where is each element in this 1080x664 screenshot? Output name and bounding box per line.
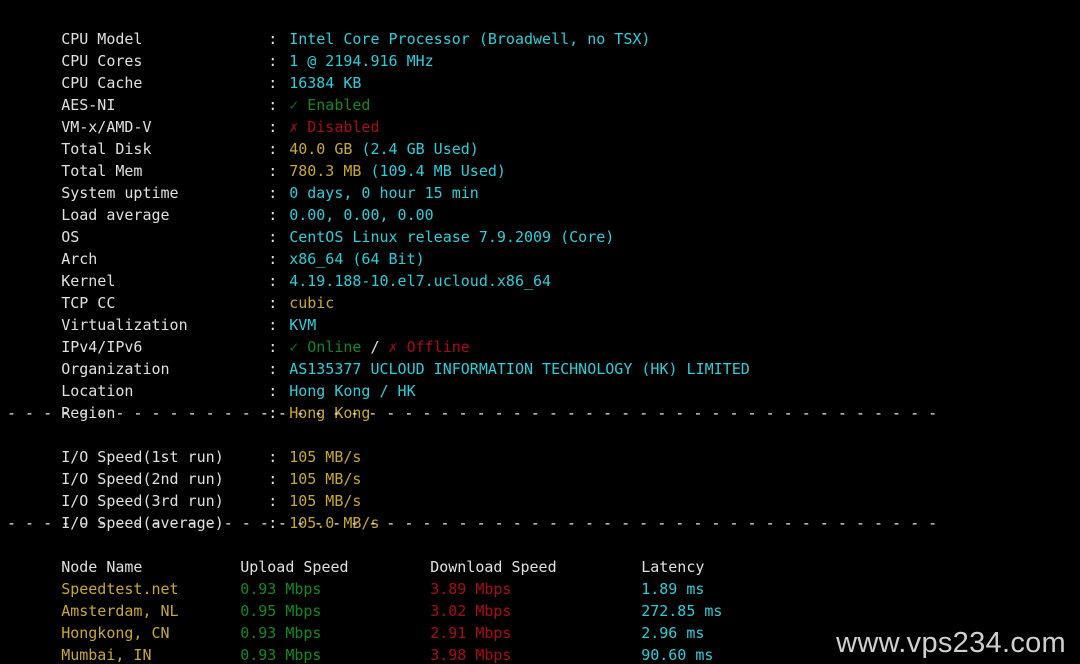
info-value: 1 @ 2194.916 MHz bbox=[289, 52, 434, 70]
cell-node-name: Amsterdam, NL bbox=[61, 602, 179, 620]
info-value: Intel Core Processor (Broadwell, no TSX) bbox=[289, 30, 651, 48]
info-colon: : bbox=[268, 96, 278, 114]
info-value-extra: (2.4 GB Used) bbox=[361, 140, 479, 158]
info-colon: : bbox=[268, 118, 278, 136]
info-colon: : bbox=[268, 162, 278, 180]
cell-latency: 272.85 ms bbox=[641, 602, 723, 620]
io-row-1st-run: I/O Speed(1st run):105 MB/s bbox=[7, 424, 1080, 466]
info-colon: : bbox=[268, 316, 278, 334]
info-label: Virtualization bbox=[61, 316, 188, 334]
info-colon: : bbox=[268, 338, 278, 356]
info-value: cubic bbox=[289, 294, 335, 312]
info-label: TCP CC bbox=[61, 294, 116, 312]
info-value: x86_64 (64 Bit) bbox=[289, 250, 425, 268]
info-label: Total Mem bbox=[61, 162, 143, 180]
cell-latency: 90.60 ms bbox=[641, 646, 714, 664]
cell-download-speed: 3.98 Mbps bbox=[430, 646, 512, 664]
io-label: I/O Speed(2nd run) bbox=[61, 470, 224, 488]
cell-latency: 1.89 ms bbox=[641, 580, 705, 598]
check-icon: ✓ bbox=[289, 338, 299, 356]
info-label: System uptime bbox=[61, 184, 179, 202]
io-colon: : bbox=[268, 448, 278, 466]
info-colon: : bbox=[268, 228, 278, 246]
info-value: 4.19.188-10.el7.ucloud.x86_64 bbox=[289, 272, 552, 290]
info-label: CPU Model bbox=[61, 30, 143, 48]
ipv-separator: / bbox=[370, 338, 380, 356]
info-label: VM-x/AMD-V bbox=[61, 118, 152, 136]
cell-node-name: Mumbai, IN bbox=[61, 646, 152, 664]
info-colon: : bbox=[268, 272, 278, 290]
check-icon: ✓ bbox=[289, 96, 299, 114]
io-colon: : bbox=[268, 492, 278, 510]
info-value: Hong Kong / HK bbox=[289, 382, 416, 400]
info-value: 0.00, 0.00, 0.00 bbox=[289, 206, 434, 224]
info-colon: : bbox=[268, 360, 278, 378]
info-label: Organization bbox=[61, 360, 170, 378]
info-colon: : bbox=[268, 184, 278, 202]
info-colon: : bbox=[268, 30, 278, 48]
info-colon: : bbox=[268, 206, 278, 224]
divider-top: - - - - - - - - - - - - - - - - - - - - … bbox=[7, 404, 938, 422]
io-speed-block: I/O Speed(1st run):105 MB/s I/O Speed(2n… bbox=[7, 424, 1080, 532]
info-label: IPv4/IPv6 bbox=[61, 338, 143, 356]
info-value: Enabled bbox=[307, 96, 371, 114]
info-row-cpu-model: CPU Model: Intel Core Processor (Broadwel… bbox=[7, 6, 1080, 48]
info-label: CPU Cache bbox=[61, 74, 143, 92]
cell-latency: 2.96 ms bbox=[641, 624, 705, 642]
site-watermark: www.vps234.com bbox=[836, 627, 1066, 659]
info-value-extra: (109.4 MB Used) bbox=[370, 162, 506, 180]
ipv4-status: Online bbox=[307, 338, 362, 356]
info-value: AS135377 UCLOUD INFORMATION TECHNOLOGY (… bbox=[289, 360, 750, 378]
io-value: 105 MB/s bbox=[289, 470, 362, 488]
cell-upload-speed: 0.93 Mbps bbox=[240, 624, 322, 642]
column-header-latency: Latency bbox=[641, 558, 705, 576]
info-label: Total Disk bbox=[61, 140, 152, 158]
info-label: Arch bbox=[61, 250, 98, 268]
info-value: 780.3 MB bbox=[289, 162, 362, 180]
column-header-node-name: Node Name bbox=[61, 558, 143, 576]
info-label: Kernel bbox=[61, 272, 116, 290]
io-colon: : bbox=[268, 470, 278, 488]
info-colon: : bbox=[268, 74, 278, 92]
cell-download-speed: 2.91 Mbps bbox=[430, 624, 512, 642]
info-colon: : bbox=[268, 294, 278, 312]
io-value: 105 MB/s bbox=[289, 448, 362, 466]
cell-node-name: Speedtest.net bbox=[61, 580, 179, 598]
terminal-output: CPU Model: Intel Core Processor (Broadwel… bbox=[0, 0, 1080, 664]
cell-download-speed: 3.89 Mbps bbox=[430, 580, 512, 598]
info-colon: : bbox=[268, 250, 278, 268]
info-colon: : bbox=[268, 140, 278, 158]
cross-icon: ✗ bbox=[289, 118, 299, 136]
info-label: OS bbox=[61, 228, 80, 246]
column-header-download-speed: Download Speed bbox=[430, 558, 557, 576]
info-label: Load average bbox=[61, 206, 170, 224]
io-value: 105 MB/s bbox=[289, 492, 362, 510]
info-value: KVM bbox=[289, 316, 317, 334]
info-label: AES-NI bbox=[61, 96, 116, 114]
info-colon: : bbox=[268, 382, 278, 400]
io-label: I/O Speed(1st run) bbox=[61, 448, 224, 466]
cell-upload-speed: 0.95 Mbps bbox=[240, 602, 322, 620]
cell-upload-speed: 0.93 Mbps bbox=[240, 580, 322, 598]
info-value: Disabled bbox=[307, 118, 380, 136]
info-colon: : bbox=[268, 52, 278, 70]
cross-icon: ✗ bbox=[388, 338, 398, 356]
cell-download-speed: 3.02 Mbps bbox=[430, 602, 512, 620]
column-header-upload-speed: Upload Speed bbox=[240, 558, 349, 576]
ipv6-status: Offline bbox=[406, 338, 470, 356]
io-label: I/O Speed(3rd run) bbox=[61, 492, 224, 510]
system-info-block: CPU Model: Intel Core Processor (Broadwel… bbox=[7, 6, 1080, 422]
info-label: CPU Cores bbox=[61, 52, 143, 70]
info-value: 16384 KB bbox=[289, 74, 362, 92]
cell-upload-speed: 0.93 Mbps bbox=[240, 646, 322, 664]
info-value: 40.0 GB bbox=[289, 140, 353, 158]
info-value: 0 days, 0 hour 15 min bbox=[289, 184, 479, 202]
divider-bottom: - - - - - - - - - - - - - - - - - - - - … bbox=[7, 514, 938, 532]
table-header-row: Node Name Upload Speed Download Speed Laten… bbox=[7, 534, 1080, 576]
info-value: CentOS Linux release 7.9.2009 (Core) bbox=[289, 228, 615, 246]
info-label: Location bbox=[61, 382, 134, 400]
cell-node-name: Hongkong, CN bbox=[61, 624, 170, 642]
